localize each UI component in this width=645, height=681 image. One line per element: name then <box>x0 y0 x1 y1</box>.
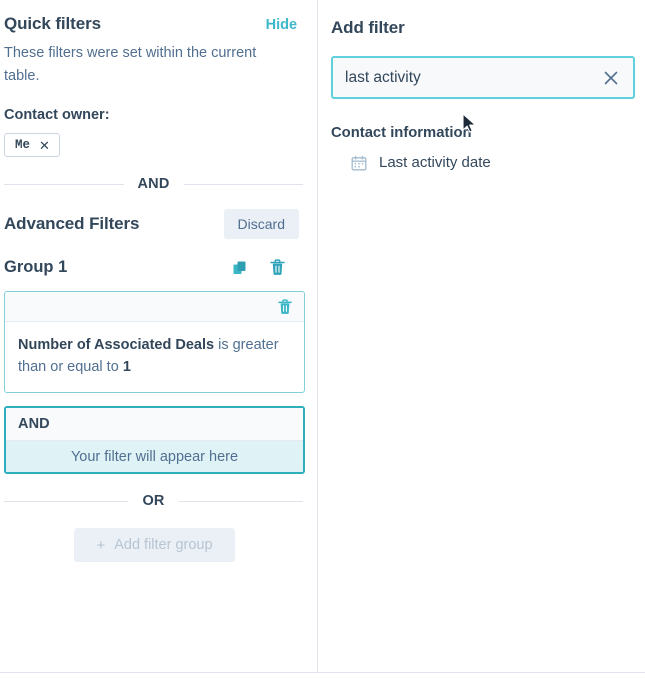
advanced-filters-header: Advanced Filters Discard <box>4 209 305 239</box>
advanced-filters-title: Advanced Filters <box>4 214 140 233</box>
group-header: Group 1 <box>4 258 305 277</box>
and-separator-label: AND <box>137 176 170 192</box>
search-input[interactable] <box>333 68 598 87</box>
contact-owner-chip-label: Me <box>15 138 31 152</box>
add-filter-title: Add filter <box>331 18 405 37</box>
group-actions <box>232 259 285 276</box>
add-filter-group-button[interactable]: + Add filter group <box>74 528 235 562</box>
or-separator: OR <box>4 493 303 509</box>
filter-card-toolbar <box>5 292 305 322</box>
filter-search-box[interactable] <box>331 56 635 99</box>
quick-filters-header: Quick filters Hide <box>4 14 305 34</box>
trash-icon[interactable] <box>270 259 285 276</box>
panes-container: Quick filters Hide These filters were se… <box>0 0 645 672</box>
add-filter-group-wrap: + Add filter group <box>4 528 305 562</box>
filter-option-label: Last activity date <box>379 154 491 171</box>
pending-filter-card: AND Your filter will appear here <box>4 406 306 474</box>
plus-icon: + <box>96 536 106 554</box>
and-separator-quick: AND <box>4 176 303 192</box>
quick-filters-description: These filters were set within the curren… <box>4 45 257 84</box>
filter-option-last-activity-date[interactable]: Last activity date <box>331 154 635 171</box>
bottom-strip <box>0 673 645 681</box>
filter-card-body[interactable]: Number of Associated Deals is greater th… <box>5 322 304 392</box>
right-pane: Add filter Contact information <box>318 0 645 672</box>
close-icon[interactable]: ✕ <box>39 139 50 152</box>
quick-filters-title: Quick filters <box>4 14 101 33</box>
trash-icon[interactable] <box>278 298 292 315</box>
pending-filter-placeholder: Your filter will appear here <box>6 441 304 472</box>
category-title: Contact information <box>331 125 472 141</box>
hide-quick-filters-link[interactable]: Hide <box>266 17 297 33</box>
close-icon[interactable] <box>598 69 633 87</box>
filter-editor-panel: Quick filters Hide These filters were se… <box>0 0 645 681</box>
filter-card: Number of Associated Deals is greater th… <box>4 291 306 393</box>
calendar-icon <box>351 155 367 171</box>
pending-filter-operator[interactable]: AND <box>6 408 304 441</box>
duplicate-icon[interactable] <box>232 260 248 276</box>
contact-owner-chip[interactable]: Me ✕ <box>4 133 60 157</box>
discard-button[interactable]: Discard <box>223 209 300 239</box>
contact-owner-label: Contact owner: <box>4 107 110 123</box>
left-pane: Quick filters Hide These filters were se… <box>0 0 317 672</box>
add-filter-group-label: Add filter group <box>114 537 213 553</box>
filter-property: Number of Associated Deals <box>18 337 215 353</box>
or-separator-label: OR <box>142 493 165 509</box>
group-title: Group 1 <box>4 258 68 276</box>
filter-value: 1 <box>122 359 131 375</box>
